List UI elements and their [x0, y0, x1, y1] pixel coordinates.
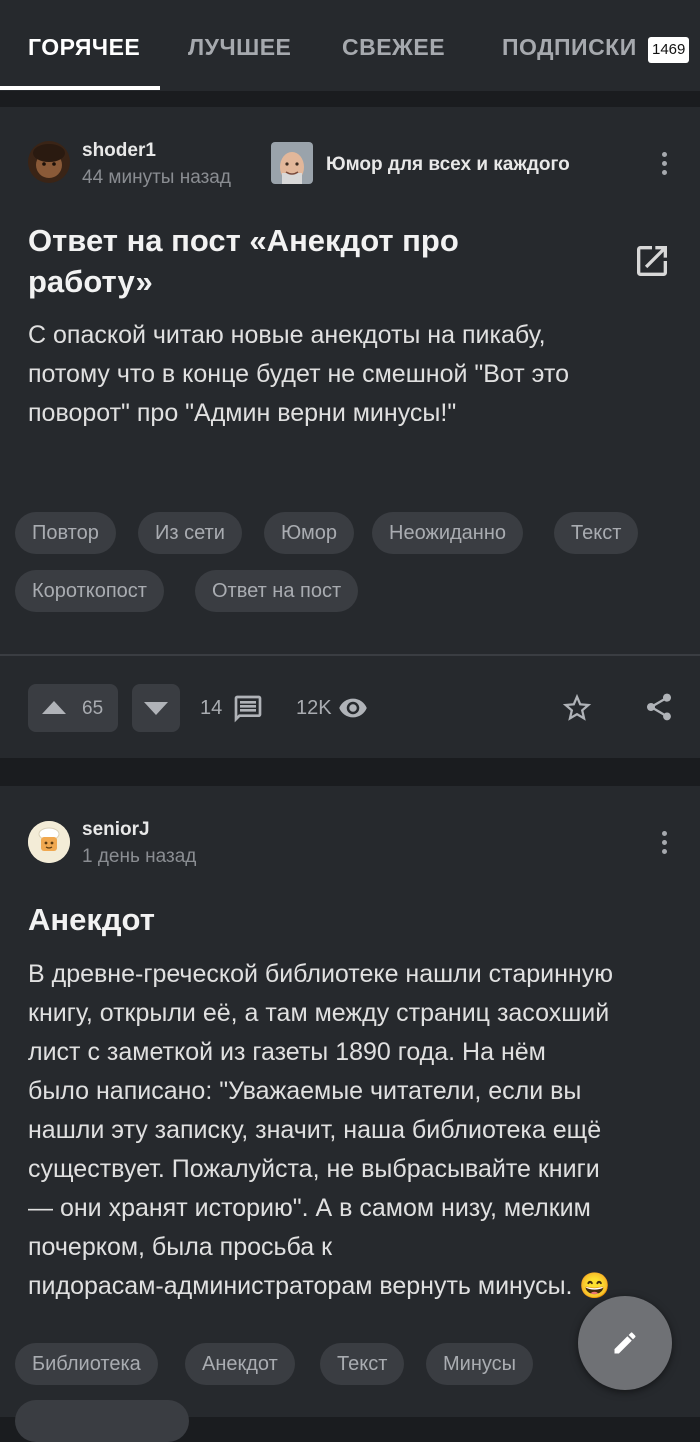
post-body-line: было написано: "Уважаемые читатели, если… [28, 1077, 582, 1105]
tab-subscriptions[interactable]: ПОДПИСКИ [502, 34, 637, 61]
tag[interactable]: Текст [554, 512, 639, 554]
tag[interactable]: Повтор [15, 512, 116, 554]
star-outline-icon[interactable] [560, 691, 594, 725]
share-icon[interactable] [643, 691, 675, 723]
post-body-line: пидорасам-администраторам вернуть минусы… [28, 1272, 611, 1300]
comment-icon [234, 695, 262, 723]
community-name[interactable]: Юмор для всех и каждого [326, 154, 570, 176]
tag[interactable]: Библиотека [15, 1343, 158, 1385]
views-indicator: 12K [296, 693, 372, 725]
community-avatar[interactable] [271, 142, 313, 184]
author-avatar[interactable] [28, 141, 70, 183]
post-body-line: существует. Пожалуйста, не выбрасывайте … [28, 1155, 600, 1183]
post-title[interactable]: Анекдот [28, 899, 155, 940]
feed-tabs: ГОРЯЧЕЕ ЛУЧШЕЕ СВЕЖЕЕ ПОДПИСКИ 1469 [0, 0, 700, 92]
post-time: 1 день назад [82, 846, 197, 867]
post-time: 44 минуты назад [82, 167, 231, 188]
tab-fresh[interactable]: СВЕЖЕЕ [342, 34, 445, 61]
tag[interactable]: Анекдот [185, 1343, 295, 1385]
author-avatar[interactable] [28, 821, 70, 863]
tag[interactable]: Юмор [264, 512, 354, 554]
pencil-icon [614, 1332, 636, 1354]
comments-button[interactable]: 14 [200, 693, 268, 725]
comments-count: 14 [200, 697, 223, 719]
post-body-line: — они хранят историю". А в самом низу, м… [28, 1194, 591, 1222]
post-body-line: книгу, открыли её, а там между страниц з… [28, 999, 610, 1027]
post-body-line: потому что в конце будет не смешной "Вот… [28, 360, 569, 388]
more-vertical-icon[interactable] [659, 150, 669, 180]
more-vertical-icon[interactable] [659, 829, 669, 859]
views-count: 12K [296, 697, 332, 719]
open-in-new-icon[interactable] [632, 241, 672, 281]
create-post-button[interactable] [578, 1296, 672, 1390]
post-card: shoder1 44 минуты назад Юмор для всех и … [0, 107, 700, 758]
post-body-line: почерком, была просьба к [28, 1233, 333, 1261]
upvote-button[interactable]: 65 [28, 684, 118, 732]
tag[interactable]: Минусы [426, 1343, 534, 1385]
tag[interactable]: Из сети [138, 512, 242, 554]
arrow-down-icon [144, 702, 168, 715]
post-body-line: лист с заметкой из газеты 1890 года. На … [28, 1038, 546, 1066]
rating-value: 65 [82, 698, 104, 719]
tag[interactable]: Неожиданно [372, 512, 524, 554]
post-body-line: нашли эту записку, значит, наша библиоте… [28, 1116, 602, 1144]
card-divider [0, 654, 700, 656]
tab-best[interactable]: ЛУЧШЕЕ [188, 34, 291, 61]
arrow-up-icon [42, 701, 66, 714]
author-name[interactable]: seniorJ [82, 819, 150, 841]
downvote-button[interactable] [132, 684, 180, 732]
subscriptions-count-badge: 1469 [648, 37, 690, 63]
active-tab-indicator [0, 86, 160, 90]
tag[interactable]: Текст [320, 1343, 405, 1385]
post-body-line: поворот" про "Админ верни минусы!" [28, 399, 457, 427]
post-body-line: С опаской читаю новые анекдоты на пикабу… [28, 321, 546, 349]
author-name[interactable]: shoder1 [82, 140, 156, 162]
post-title-line[interactable]: Ответ на пост «Анекдот про [28, 220, 459, 261]
post-body-line: В древне-греческой библиотеке нашли стар… [28, 960, 613, 988]
tag[interactable] [15, 1400, 189, 1442]
post-title-line[interactable]: работу» [28, 261, 153, 302]
eye-icon [339, 698, 367, 718]
tag[interactable]: Короткопост [15, 570, 164, 612]
tag[interactable]: Ответ на пост [195, 570, 359, 612]
tab-hot[interactable]: ГОРЯЧЕЕ [28, 34, 140, 61]
